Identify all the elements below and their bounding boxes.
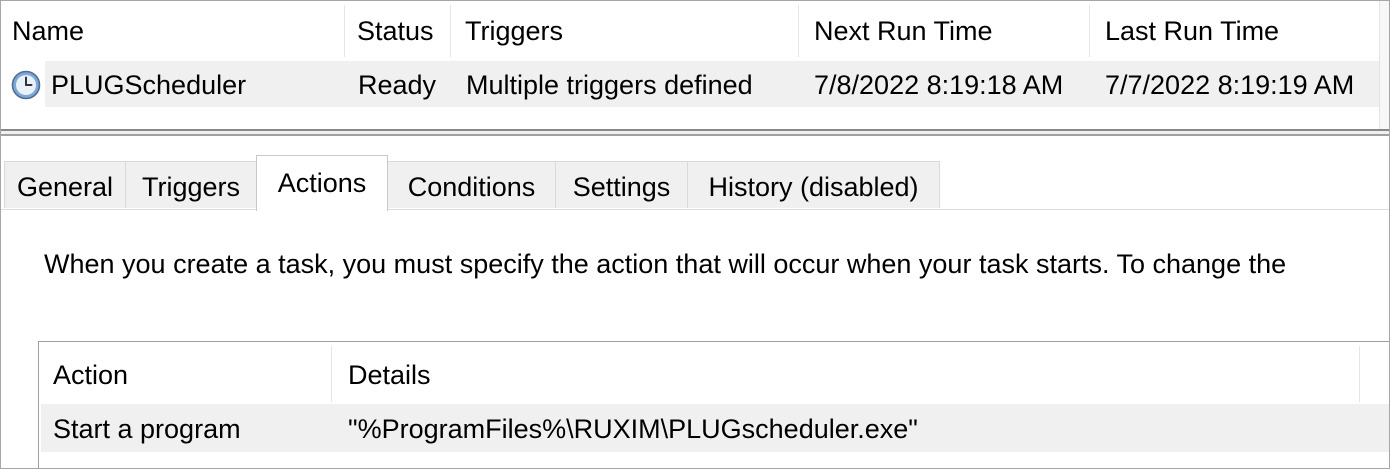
tab-actions[interactable]: Actions <box>256 155 388 211</box>
tab-triggers[interactable]: Triggers <box>125 161 257 208</box>
column-header-details[interactable]: Details <box>348 346 1048 402</box>
column-header-name[interactable]: Name <box>12 1 342 59</box>
clock-icon <box>11 70 41 100</box>
tab-settings[interactable]: Settings <box>555 161 688 208</box>
action-type: Start a program <box>53 414 241 444</box>
actions-description: When you create a task, you must specify… <box>44 249 1287 279</box>
task-list-scrollbar[interactable] <box>1379 1 1389 131</box>
tab-conditions[interactable]: Conditions <box>387 161 556 208</box>
column-header-action[interactable]: Action <box>53 346 323 402</box>
task-status: Ready <box>358 70 437 100</box>
tab-general[interactable]: General <box>4 161 126 208</box>
tab-history[interactable]: History (disabled) <box>687 161 940 208</box>
column-separator[interactable] <box>450 5 451 57</box>
column-header-last-run-time[interactable]: Last Run Time <box>1105 1 1377 59</box>
column-separator[interactable] <box>1359 346 1360 402</box>
task-next-run-time: 7/8/2022 8:19:18 AM <box>814 70 1064 100</box>
column-separator[interactable] <box>331 346 332 402</box>
column-header-status[interactable]: Status <box>357 1 449 59</box>
column-separator[interactable] <box>1089 5 1090 57</box>
task-list: Name Status Triggers Next Run Time Last … <box>1 1 1389 131</box>
column-separator[interactable] <box>344 5 345 57</box>
task-scheduler-panel: Name Status Triggers Next Run Time Last … <box>0 0 1390 469</box>
column-separator[interactable] <box>798 5 799 57</box>
pane-splitter[interactable] <box>1 129 1389 136</box>
task-last-run-time: 7/7/2022 8:19:19 AM <box>1105 70 1355 100</box>
column-header-triggers[interactable]: Triggers <box>465 1 795 59</box>
actions-table: Action Details Start a program "%Program… <box>38 341 1389 468</box>
task-triggers: Multiple triggers defined <box>466 70 753 100</box>
task-name: PLUGScheduler <box>51 70 247 100</box>
column-header-next-run-time[interactable]: Next Run Time <box>814 1 1086 59</box>
action-details: "%ProgramFiles%\RUXIM\PLUGscheduler.exe" <box>348 414 918 444</box>
